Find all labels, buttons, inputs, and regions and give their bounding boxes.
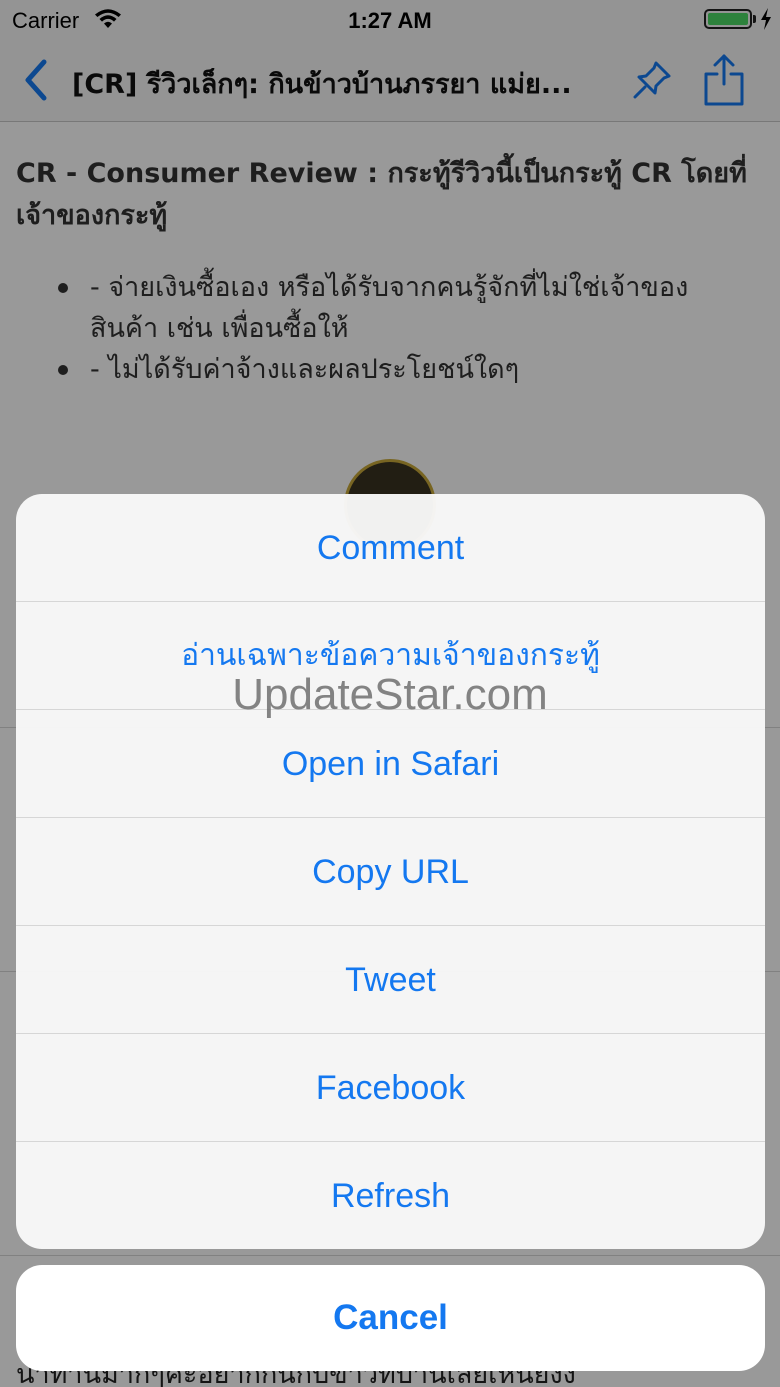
tweet-button[interactable]: Tweet — [16, 926, 765, 1034]
refresh-button[interactable]: Refresh — [16, 1142, 765, 1249]
action-sheet: Comment อ่านเฉพาะข้อความเจ้าของกระทู้ Op… — [16, 494, 765, 1249]
cancel-button[interactable]: Cancel — [16, 1265, 765, 1371]
facebook-button[interactable]: Facebook — [16, 1034, 765, 1142]
comment-button[interactable]: Comment — [16, 494, 765, 602]
copy-url-button[interactable]: Copy URL — [16, 818, 765, 926]
open-in-safari-button[interactable]: Open in Safari — [16, 710, 765, 818]
read-owner-only-button[interactable]: อ่านเฉพาะข้อความเจ้าของกระทู้ — [16, 602, 765, 710]
